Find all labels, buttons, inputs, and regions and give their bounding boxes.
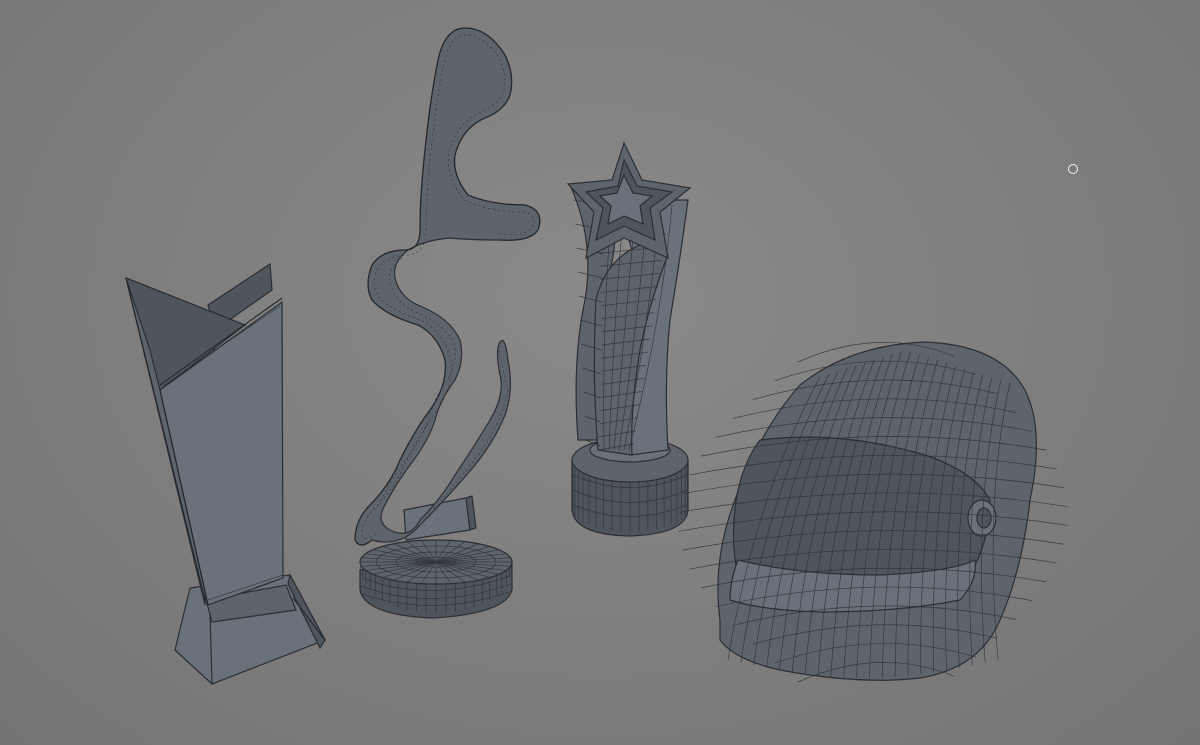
track-trophy-circuit-tube: [354, 27, 541, 546]
star-trophy[interactable]: [566, 141, 692, 537]
scene-canvas[interactable]: [0, 0, 1200, 745]
viewport-cursor-marker: [1068, 164, 1078, 174]
race-track-trophy[interactable]: [354, 27, 541, 619]
3d-viewport[interactable]: [0, 0, 1200, 745]
racing-helmet[interactable]: [678, 341, 1068, 683]
tall-wing-trophy[interactable]: [125, 262, 326, 685]
